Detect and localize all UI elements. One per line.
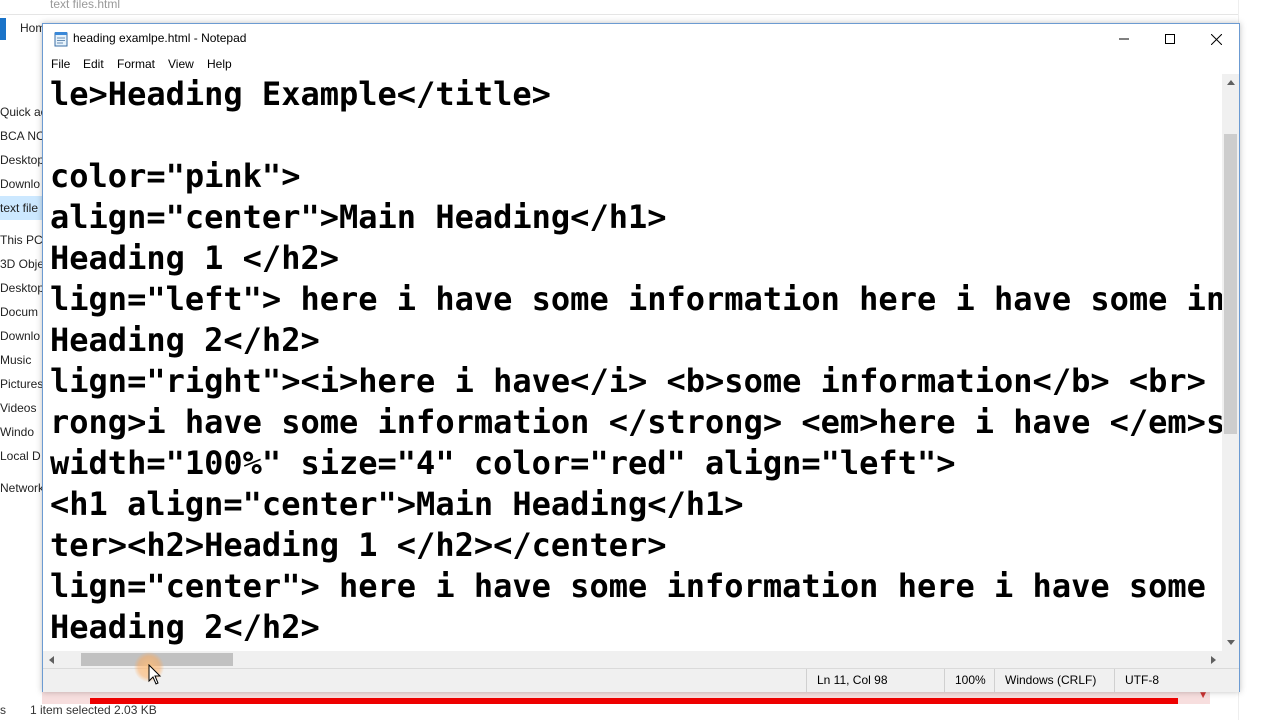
text-editor-area[interactable]: le>Heading Example</title> color="pink"> a… bbox=[43, 74, 1222, 651]
maximize-icon bbox=[1165, 34, 1175, 44]
scroll-right-arrow-icon[interactable] bbox=[1205, 651, 1222, 668]
nav-item[interactable]: BCA NO bbox=[0, 124, 46, 148]
text-line: <h1 align="center">Main Heading</h1> bbox=[50, 485, 744, 523]
nav-item[interactable]: This PC bbox=[0, 228, 46, 252]
minimize-button[interactable] bbox=[1101, 24, 1147, 54]
notepad-window: heading examlpe.html - Notepad File Edit… bbox=[42, 23, 1240, 692]
nav-item[interactable]: 3D Obje bbox=[0, 252, 46, 276]
file-tab-marker bbox=[0, 18, 6, 40]
explorer-home-tab[interactable]: Home bbox=[0, 18, 52, 40]
nav-item[interactable]: Docum bbox=[0, 300, 46, 324]
maximize-button[interactable] bbox=[1147, 24, 1193, 54]
text-line: lign="center"> here i have some informat… bbox=[50, 567, 1222, 605]
text-line: Heading 2</h2> bbox=[50, 608, 320, 646]
text-line: rong>i have some information </strong> <… bbox=[50, 403, 1222, 441]
nav-item[interactable]: Windo bbox=[0, 420, 46, 444]
scrollbar-corner bbox=[1222, 651, 1239, 668]
text-line: color="pink"> bbox=[50, 157, 301, 195]
status-bar: Ln 11, Col 98 100% Windows (CRLF) UTF-8 bbox=[43, 668, 1239, 692]
nav-item[interactable]: Downlo bbox=[0, 324, 46, 348]
nav-item[interactable]: text file bbox=[0, 196, 46, 220]
menu-file[interactable]: File bbox=[51, 57, 70, 71]
text-line: align="center">Main Heading</h1> bbox=[50, 198, 667, 236]
notepad-icon bbox=[54, 32, 68, 47]
encoding: UTF-8 bbox=[1114, 669, 1225, 692]
menu-view[interactable]: View bbox=[168, 57, 194, 71]
nav-item[interactable]: Music bbox=[0, 348, 46, 372]
nav-item[interactable]: Downlo bbox=[0, 172, 46, 196]
status-prefix: s bbox=[0, 703, 6, 717]
explorer-title: text files.html bbox=[50, 0, 121, 11]
scroll-down-arrow-icon[interactable] bbox=[1222, 634, 1239, 651]
nav-item[interactable]: Videos bbox=[0, 396, 46, 420]
nav-item[interactable]: Quick ac bbox=[0, 100, 46, 124]
menu-bar: File Edit Format View Help bbox=[43, 54, 1239, 74]
cursor-position: Ln 11, Col 98 bbox=[806, 669, 957, 692]
menu-help[interactable]: Help bbox=[207, 57, 232, 71]
close-icon bbox=[1210, 33, 1222, 45]
text-line: width="100%" size="4" color="red" align=… bbox=[50, 444, 956, 482]
text-line: lign="right"><i>here i have</i> <b>some … bbox=[50, 362, 1206, 400]
horizontal-scrollbar[interactable] bbox=[43, 651, 1222, 668]
text-line: ter><h2>Heading 1 </h2></center> bbox=[50, 526, 667, 564]
notepad-titlebar[interactable]: heading examlpe.html - Notepad bbox=[43, 24, 1239, 54]
vertical-scroll-thumb[interactable] bbox=[1224, 134, 1237, 434]
notepad-title: heading examlpe.html - Notepad bbox=[73, 31, 247, 45]
scroll-up-arrow-icon[interactable] bbox=[1222, 74, 1239, 91]
explorer-titlebar: text files.html bbox=[0, 0, 1280, 15]
explorer-statusbar: s 1 item selected 2.03 KB bbox=[0, 700, 1280, 720]
text-line: lign="left"> here i have some informatio… bbox=[50, 280, 1222, 318]
close-button[interactable] bbox=[1193, 24, 1239, 54]
mouse-cursor-icon bbox=[148, 664, 162, 685]
nav-item[interactable]: Desktop bbox=[0, 148, 46, 172]
nav-item[interactable]: Pictures bbox=[0, 372, 46, 396]
menu-edit[interactable]: Edit bbox=[83, 57, 104, 71]
nav-item[interactable]: Desktop bbox=[0, 276, 46, 300]
scroll-left-arrow-icon[interactable] bbox=[43, 651, 60, 668]
line-ending: Windows (CRLF) bbox=[994, 669, 1115, 692]
text-line: le>Heading Example</title> bbox=[50, 75, 551, 113]
vertical-scrollbar[interactable] bbox=[1222, 74, 1239, 651]
nav-item[interactable]: Network bbox=[0, 476, 46, 500]
text-line: Heading 1 </h2> bbox=[50, 239, 339, 277]
nav-item[interactable]: Local D bbox=[0, 444, 46, 468]
explorer-right-edge bbox=[1238, 0, 1280, 720]
minimize-icon bbox=[1119, 38, 1129, 40]
zoom-level: 100% bbox=[944, 669, 997, 692]
explorer-selection-status: 1 item selected 2.03 KB bbox=[30, 703, 157, 717]
menu-format[interactable]: Format bbox=[117, 57, 155, 71]
text-line: Heading 2</h2> bbox=[50, 321, 320, 359]
